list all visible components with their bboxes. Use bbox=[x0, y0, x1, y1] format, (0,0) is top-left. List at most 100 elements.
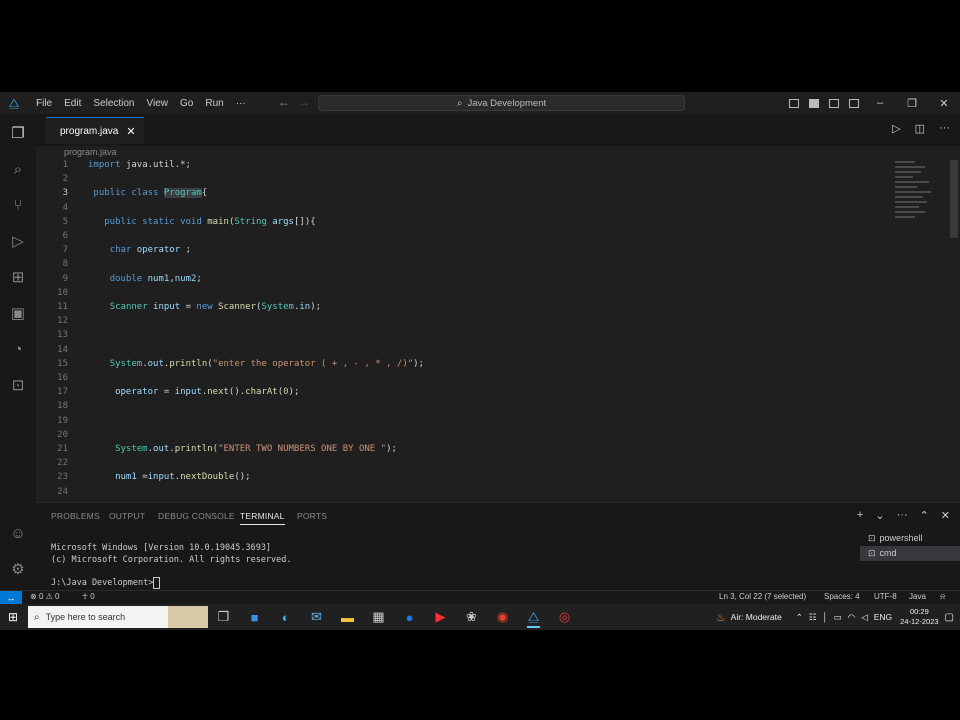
indentation[interactable]: Spaces: 4 bbox=[824, 592, 860, 601]
close-panel-icon[interactable]: ✕ bbox=[941, 509, 950, 522]
wifi-icon[interactable]: ◠ bbox=[848, 612, 855, 623]
tab-terminal[interactable]: TERMINAL bbox=[240, 511, 285, 525]
terminal-dropdown-icon[interactable]: ⌄ bbox=[875, 509, 884, 522]
youtube-icon[interactable]: ▶ bbox=[425, 606, 456, 628]
toggle-panel-icon[interactable] bbox=[809, 98, 819, 108]
weather-status[interactable]: Air: Moderate bbox=[731, 612, 782, 622]
explorer-icon[interactable]: ❐ bbox=[8, 124, 28, 144]
file-explorer-icon[interactable]: ▬ bbox=[332, 606, 363, 628]
minimize-icon[interactable]: – bbox=[864, 97, 896, 109]
edge-browser-icon[interactable]: ◐ bbox=[270, 606, 301, 628]
code-line[interactable]: 9 double num1,num2; bbox=[36, 272, 896, 286]
manage-gear-icon[interactable]: ⚙ bbox=[8, 560, 28, 580]
code-line[interactable]: 16 bbox=[36, 371, 896, 385]
code-line[interactable]: 12 bbox=[36, 314, 896, 328]
code-line[interactable]: 20 bbox=[36, 428, 896, 442]
editor-scrollbar[interactable] bbox=[950, 160, 958, 238]
code-line[interactable]: 7 char operator ; bbox=[36, 243, 896, 257]
cursor-position[interactable]: Ln 3, Col 22 (7 selected) bbox=[719, 592, 806, 601]
extensions-icon[interactable]: ⊞ bbox=[8, 268, 28, 288]
tab-problems[interactable]: PROBLEMS bbox=[51, 511, 100, 521]
remote-explorer-icon[interactable]: ▣ bbox=[8, 304, 28, 324]
battery-icon[interactable]: ▭ bbox=[834, 612, 842, 623]
code-line[interactable]: 13 bbox=[36, 328, 896, 342]
taskbar-search[interactable]: ⌕ Type here to search bbox=[28, 606, 208, 628]
facebook-icon[interactable]: ● bbox=[394, 606, 425, 628]
problems-status[interactable]: ⊗ 0 ⚠ 0 bbox=[30, 592, 59, 601]
customize-layout-icon[interactable] bbox=[849, 98, 859, 108]
editor-tab-program-java[interactable]: program.java ✕ bbox=[46, 117, 144, 144]
code-line[interactable]: 4 bbox=[36, 201, 896, 215]
network-icon[interactable]: ☷ bbox=[809, 612, 817, 623]
menu-selection[interactable]: Selection bbox=[87, 98, 140, 109]
code-line[interactable]: 11 Scanner input = new Scanner(System.in… bbox=[36, 300, 896, 314]
back-arrow-icon[interactable]: ← bbox=[278, 95, 290, 109]
volume-icon[interactable]: ◁ bbox=[861, 612, 868, 623]
menu-run[interactable]: Run bbox=[199, 98, 229, 109]
code-line[interactable]: 2 bbox=[36, 172, 896, 186]
code-editor[interactable]: 1 import java.util.*; 2 3 public class Prog… bbox=[36, 158, 960, 498]
command-center-search[interactable]: ⌕ Java Development bbox=[318, 95, 685, 111]
code-line[interactable]: 19 bbox=[36, 414, 896, 428]
split-editor-icon[interactable]: ◫ bbox=[915, 122, 925, 135]
code-line[interactable]: 17 operator = input.next().charAt(0); bbox=[36, 385, 896, 399]
terminal-prompt[interactable]: J:\Java Development> bbox=[51, 577, 161, 589]
code-line[interactable]: 10 bbox=[36, 286, 896, 300]
store-app-icon[interactable]: ▦ bbox=[363, 606, 394, 628]
run-debug-icon[interactable]: ▷ bbox=[8, 232, 28, 252]
forward-arrow-icon[interactable]: → bbox=[298, 95, 310, 109]
encoding[interactable]: UTF-8 bbox=[874, 592, 897, 601]
code-line[interactable]: 23 num1 =input.nextDouble(); bbox=[36, 470, 896, 484]
code-line[interactable]: 3 public class Program{ bbox=[36, 186, 896, 200]
menu-go[interactable]: Go bbox=[174, 98, 199, 109]
accounts-icon[interactable]: ☺ bbox=[8, 524, 28, 544]
code-line[interactable]: 18 bbox=[36, 399, 896, 413]
chrome-browser-icon[interactable]: ◉ bbox=[487, 606, 518, 628]
code-line[interactable]: 21 System.out.println("ENTER TWO NUMBERS… bbox=[36, 442, 896, 456]
breadcrumb[interactable]: program.java bbox=[64, 147, 117, 157]
tab-debug-console[interactable]: DEBUG CONSOLE bbox=[158, 511, 235, 521]
menu-file[interactable]: File bbox=[30, 98, 58, 109]
clock[interactable]: 00:29 24-12-2023 bbox=[894, 607, 944, 627]
recorder-app-icon[interactable]: ◎ bbox=[549, 606, 580, 628]
menu-edit[interactable]: Edit bbox=[58, 98, 87, 109]
microphone-icon[interactable]: │ bbox=[822, 612, 827, 622]
tray-overflow-chevron-icon[interactable]: ⌃ bbox=[796, 612, 803, 623]
code-line[interactable]: 8 bbox=[36, 257, 896, 271]
word-app-icon[interactable]: ■ bbox=[239, 606, 270, 628]
ports-status[interactable]: ☥ 0 bbox=[82, 592, 95, 601]
windows-start-icon[interactable]: ⊞ bbox=[0, 610, 26, 624]
code-line[interactable]: 6 bbox=[36, 229, 896, 243]
minimap[interactable] bbox=[895, 158, 933, 238]
toggle-sidebar-icon[interactable] bbox=[789, 98, 799, 108]
close-window-icon[interactable]: ✕ bbox=[928, 97, 960, 110]
task-view-icon[interactable]: ❐ bbox=[208, 606, 239, 628]
restore-icon[interactable]: ❐ bbox=[896, 97, 928, 110]
code-line[interactable]: 14 bbox=[36, 343, 896, 357]
notification-center-icon[interactable]: ▢ bbox=[945, 612, 954, 623]
remote-indicator-icon[interactable]: ↔ bbox=[0, 591, 22, 605]
code-line[interactable]: 22 bbox=[36, 456, 896, 470]
search-icon[interactable]: ⌕ bbox=[8, 160, 28, 180]
vscode-taskbar-icon[interactable]: ⧋ bbox=[518, 606, 549, 628]
panel-more-icon[interactable]: ··· bbox=[897, 509, 908, 522]
language-mode[interactable]: Java bbox=[909, 592, 926, 601]
source-control-icon[interactable]: ⑂ bbox=[8, 196, 28, 216]
mail-app-icon[interactable]: ✉ bbox=[301, 606, 332, 628]
edge-devtools-icon[interactable]: ◔ bbox=[8, 340, 28, 360]
language-indicator[interactable]: ENG bbox=[874, 612, 892, 622]
menu-more[interactable]: ··· bbox=[230, 98, 252, 109]
terminal-item-powershell[interactable]: ⊡ powershell bbox=[860, 531, 960, 546]
toggle-secondary-sidebar-icon[interactable] bbox=[829, 98, 839, 108]
close-tab-icon[interactable]: ✕ bbox=[126, 125, 135, 138]
tab-output[interactable]: OUTPUT bbox=[109, 511, 145, 521]
more-actions-icon[interactable]: ··· bbox=[939, 122, 950, 135]
code-line[interactable]: 1 import java.util.*; bbox=[36, 158, 896, 172]
notifications-bell-icon[interactable]: ⍾ bbox=[940, 592, 945, 602]
new-terminal-icon[interactable]: + bbox=[857, 509, 863, 522]
code-line[interactable]: 5 public static void main(String args[])… bbox=[36, 215, 896, 229]
code-line[interactable]: 15 System.out.println("enter the operato… bbox=[36, 357, 896, 371]
maximize-panel-icon[interactable]: ⌃ bbox=[920, 509, 929, 522]
code-line[interactable]: 24 bbox=[36, 485, 896, 499]
chatgpt-app-icon[interactable]: ❀ bbox=[456, 606, 487, 628]
